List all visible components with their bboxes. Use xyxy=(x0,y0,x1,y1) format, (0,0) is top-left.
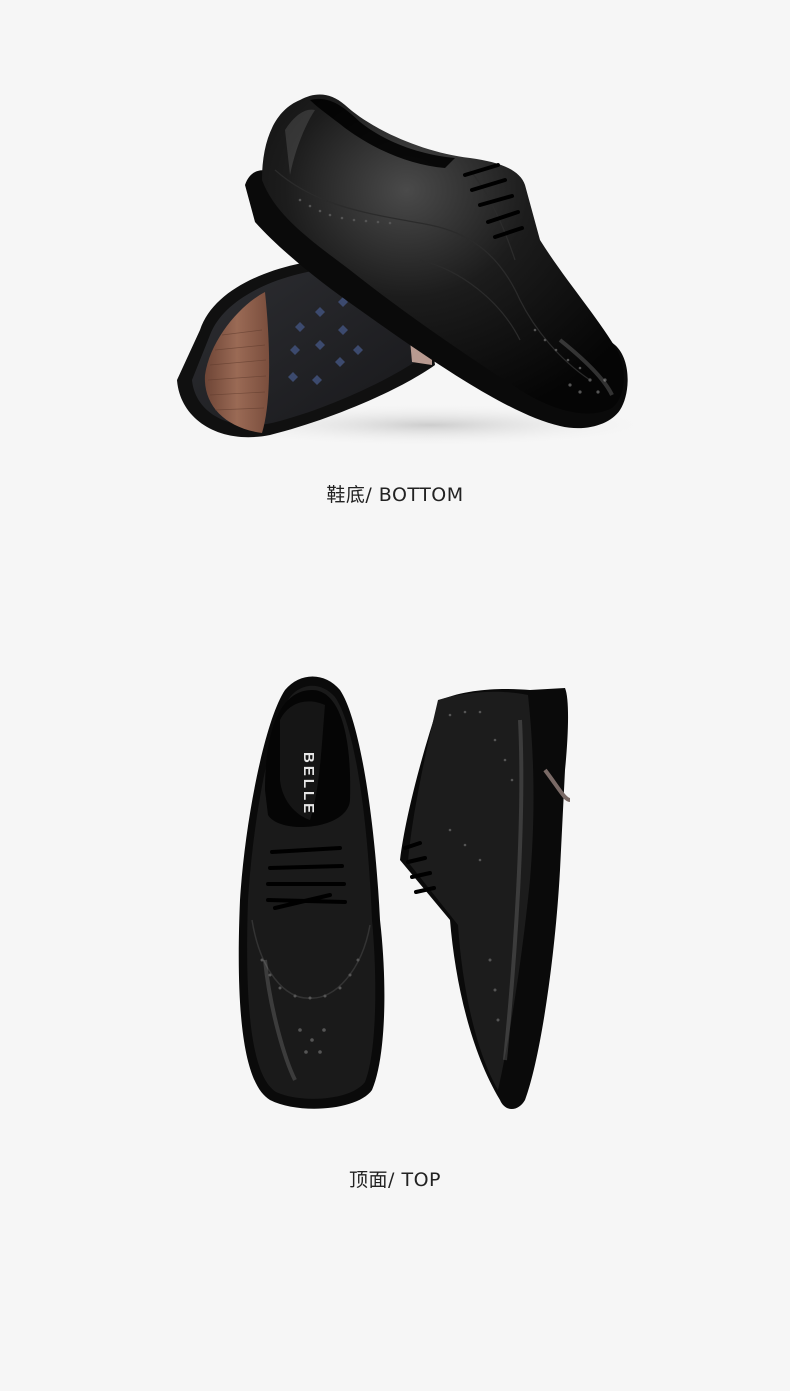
bottom-view-panel: 鞋底/ BOTTOM xyxy=(0,0,790,560)
brand-label: BELLE xyxy=(300,752,317,816)
bottom-view-caption: 鞋底/ BOTTOM xyxy=(326,484,464,506)
top-view-panel: BELLE 顶面/ TOP xyxy=(0,560,790,1391)
top-view-image: BELLE xyxy=(238,676,571,1109)
top-view-caption: 顶面/ TOP xyxy=(349,1169,441,1191)
brogue-shoe-side-view-top xyxy=(400,688,571,1109)
brogue-shoe-top-view: BELLE xyxy=(238,676,385,1109)
bottom-view-image xyxy=(177,94,660,447)
